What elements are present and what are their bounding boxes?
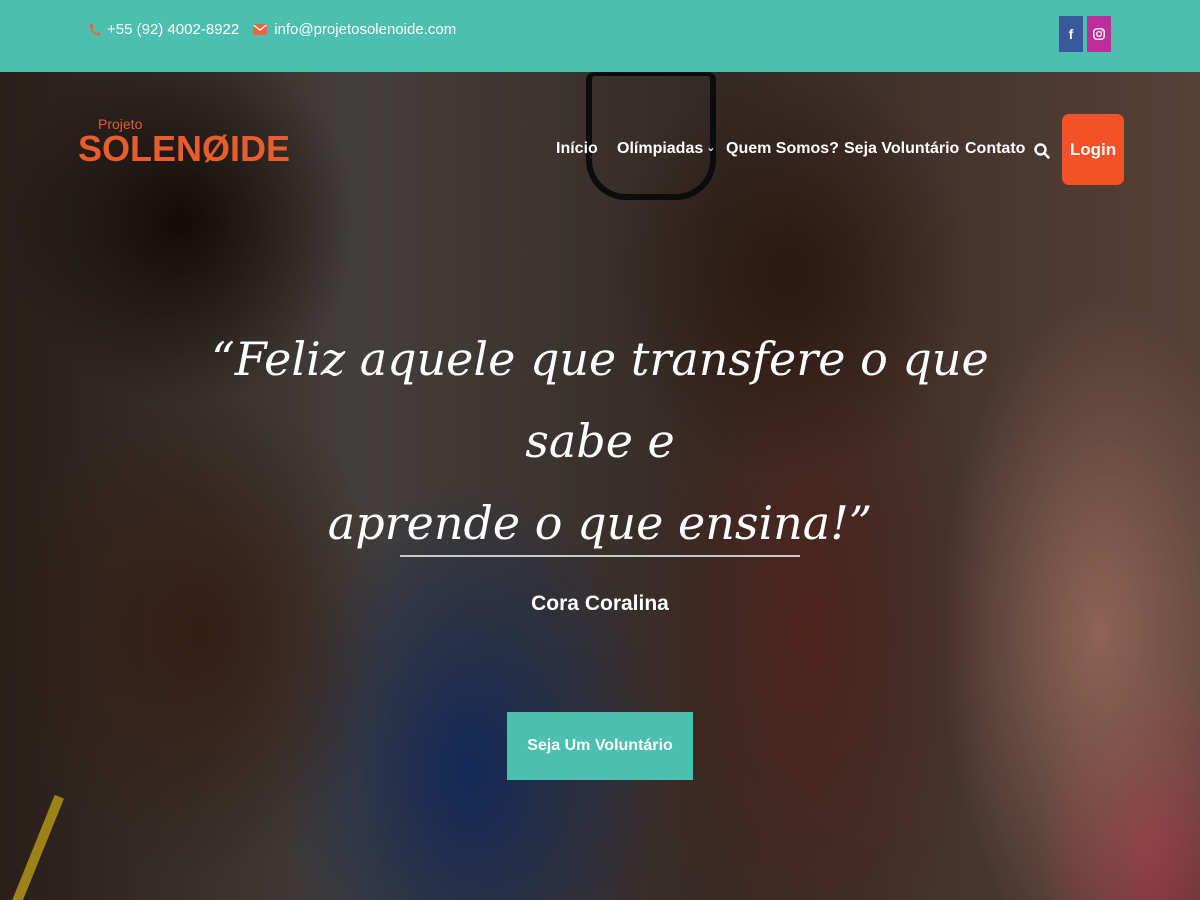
nav-item-quem-somos[interactable]: Quem Somos? [726,140,839,158]
contact-info: +55 (92) 4002-8922 info@projetosolenoide… [88,21,470,38]
chevron-down-icon: ⌄ [706,142,716,154]
email-contact[interactable]: info@projetosolenoide.com [253,21,456,38]
phone-icon [88,23,100,37]
volunteer-button[interactable]: Seja Um Voluntário [507,712,693,780]
quote-author: Cora Coralina [531,592,669,615]
nav-item-inicio[interactable]: Início [556,140,598,158]
main-nav: Início Olímpiadas ⌄ Quem Somos? Seja Volu… [0,136,1200,166]
nav-item-olimpiadas[interactable]: Olímpiadas ⌄ [617,140,715,158]
email-text: info@projetosolenoide.com [274,21,457,38]
nav-item-olimpiadas-label: Olímpiadas [617,140,704,157]
facebook-icon[interactable]: f [1059,16,1083,52]
quote-divider [400,555,800,557]
phone-text: +55 (92) 4002-8922 [107,21,240,38]
instagram-icon[interactable] [1087,16,1111,52]
quote-line-1: “Feliz aquele que transfere o que sabe e [211,332,989,468]
quote-line-2: aprende o que ensina!” [327,496,873,550]
login-button[interactable]: Login [1062,114,1124,185]
nav-item-seja-voluntario[interactable]: Seja Voluntário [844,140,959,158]
hero-quote: “Feliz aquele que transfere o que sabe e… [180,318,1020,564]
search-icon[interactable] [1033,142,1051,160]
social-links: f [1059,16,1115,52]
nav-item-contato[interactable]: Contato [965,140,1025,158]
phone-contact[interactable]: +55 (92) 4002-8922 [88,21,239,38]
top-bar: +55 (92) 4002-8922 info@projetosolenoide… [0,0,1200,72]
envelope-icon [253,24,268,35]
